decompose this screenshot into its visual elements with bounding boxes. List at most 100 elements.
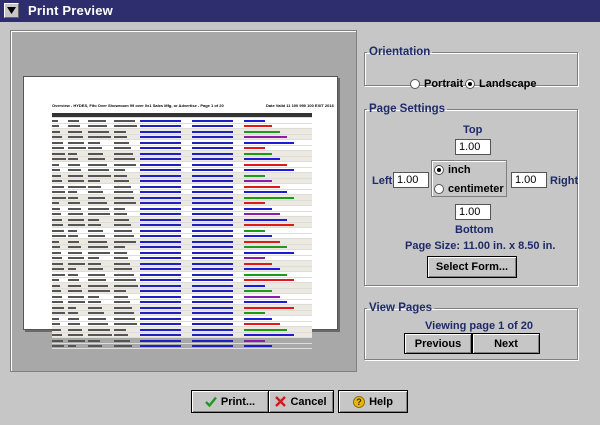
bottom-margin-input[interactable]: 1.00 [455,204,491,220]
preview-cell-mark [192,180,233,183]
preview-cell-mark [52,174,62,177]
preview-cell-mark [140,312,181,315]
preview-cell-mark [114,345,132,348]
preview-cell-mark [114,323,138,326]
preview-cell-mark [140,345,181,348]
preview-cell-mark [114,301,130,304]
preview-cell-mark [88,207,109,210]
preview-cell-mark [244,218,287,221]
preview-cell-mark [244,262,273,265]
preview-cell-mark [52,202,60,205]
preview-cell-mark [88,196,106,199]
preview-cell-mark [114,251,127,254]
preview-cell-mark [192,339,233,342]
preview-cell-mark [88,224,102,227]
preview-cell-mark [192,328,233,331]
preview-cell-mark [114,158,135,161]
window-menu-icon[interactable] [4,3,19,18]
top-margin-input[interactable]: 1.00 [455,139,491,155]
portrait-radio[interactable]: Portrait [410,78,463,90]
cancel-button[interactable]: Cancel [268,390,334,413]
preview-cell-mark [52,306,65,309]
preview-cell-mark [192,158,233,161]
preview-cell-mark [52,191,65,194]
preview-cell-mark [67,152,77,155]
preview-cell-mark [52,185,64,188]
preview-cell-mark [52,301,64,304]
preview-cell-mark [88,334,112,337]
preview-cell-mark [52,295,62,298]
preview-cell-mark [52,218,63,221]
preview-cell-mark [52,141,63,144]
preview-cell-mark [140,174,181,177]
inch-radio-dot[interactable] [434,165,444,175]
preview-cell-mark [192,213,233,216]
portrait-radio-dot[interactable] [410,79,420,89]
preview-cell-mark [244,268,280,271]
preview-cell-mark [192,334,233,337]
preview-cell-mark [244,317,273,320]
select-form-button[interactable]: Select Form... [427,256,517,278]
preview-cell-mark [52,323,60,326]
preview-cell-mark [140,191,181,194]
preview-cell-mark [88,339,101,342]
next-button[interactable]: Next [472,333,540,354]
preview-cell-mark [244,141,295,144]
preview-cell-mark [88,191,104,194]
help-icon: ? [353,395,365,408]
right-margin-input[interactable]: 1.00 [511,172,547,188]
preview-cell-mark [244,240,280,243]
preview-cell-mark [67,169,82,172]
preview-cell-mark [244,229,265,232]
preview-cell-mark [244,191,287,194]
preview-cell-mark [192,196,233,199]
preview-cell [244,343,312,349]
preview-cell-mark [67,235,78,238]
preview-cell-mark [244,119,265,122]
preview-cell-mark [244,163,287,166]
preview-cell-mark [67,323,81,326]
preview-cell-mark [192,306,233,309]
inch-radio[interactable]: inch [434,164,471,176]
preview-cell-mark [67,158,79,161]
preview-cell-mark [52,262,64,265]
preview-cell-mark [67,312,78,315]
preview-cell-mark [140,196,181,199]
print-button[interactable]: Print... [191,390,269,413]
centimeter-radio-dot[interactable] [434,184,444,194]
help-button[interactable]: ? Help [338,390,408,413]
preview-pane[interactable]: Overview - HYDES, Fifo Over Showroom 99 … [10,30,357,372]
preview-cell-mark [88,119,106,122]
landscape-radio-dot[interactable] [465,79,475,89]
preview-cell-mark [52,235,66,238]
preview-cell-mark [67,290,83,293]
preview-cell [192,343,245,349]
preview-cell-mark [114,328,127,331]
preview-cell-mark [114,213,127,216]
preview-cell-mark [140,163,181,166]
preview-cell-mark [52,125,60,128]
preview-cell-mark [67,262,86,265]
preview-cell-mark [192,284,233,287]
preview-cell-mark [192,130,233,133]
preview-cell-mark [192,273,233,276]
centimeter-radio[interactable]: centimeter [434,183,504,195]
preview-cell-mark [140,251,181,254]
preview-cell-mark [67,257,84,260]
preview-cell-mark [140,334,181,337]
preview-cell-mark [67,207,82,210]
preview-cell-mark [244,180,273,183]
preview-cell-mark [244,306,295,309]
preview-cell-mark [114,136,128,139]
preview-cell-mark [192,301,233,304]
previous-button[interactable]: Previous [404,333,472,354]
preview-cell-mark [67,130,82,133]
preview-cell-mark [140,328,181,331]
landscape-radio[interactable]: Landscape [465,78,536,90]
preview-cell-mark [88,301,101,304]
left-margin-input[interactable]: 1.00 [393,172,429,188]
preview-cell [67,343,89,349]
preview-cell-mark [67,224,86,227]
preview-cell-mark [140,284,181,287]
preview-cell-mark [114,207,126,210]
